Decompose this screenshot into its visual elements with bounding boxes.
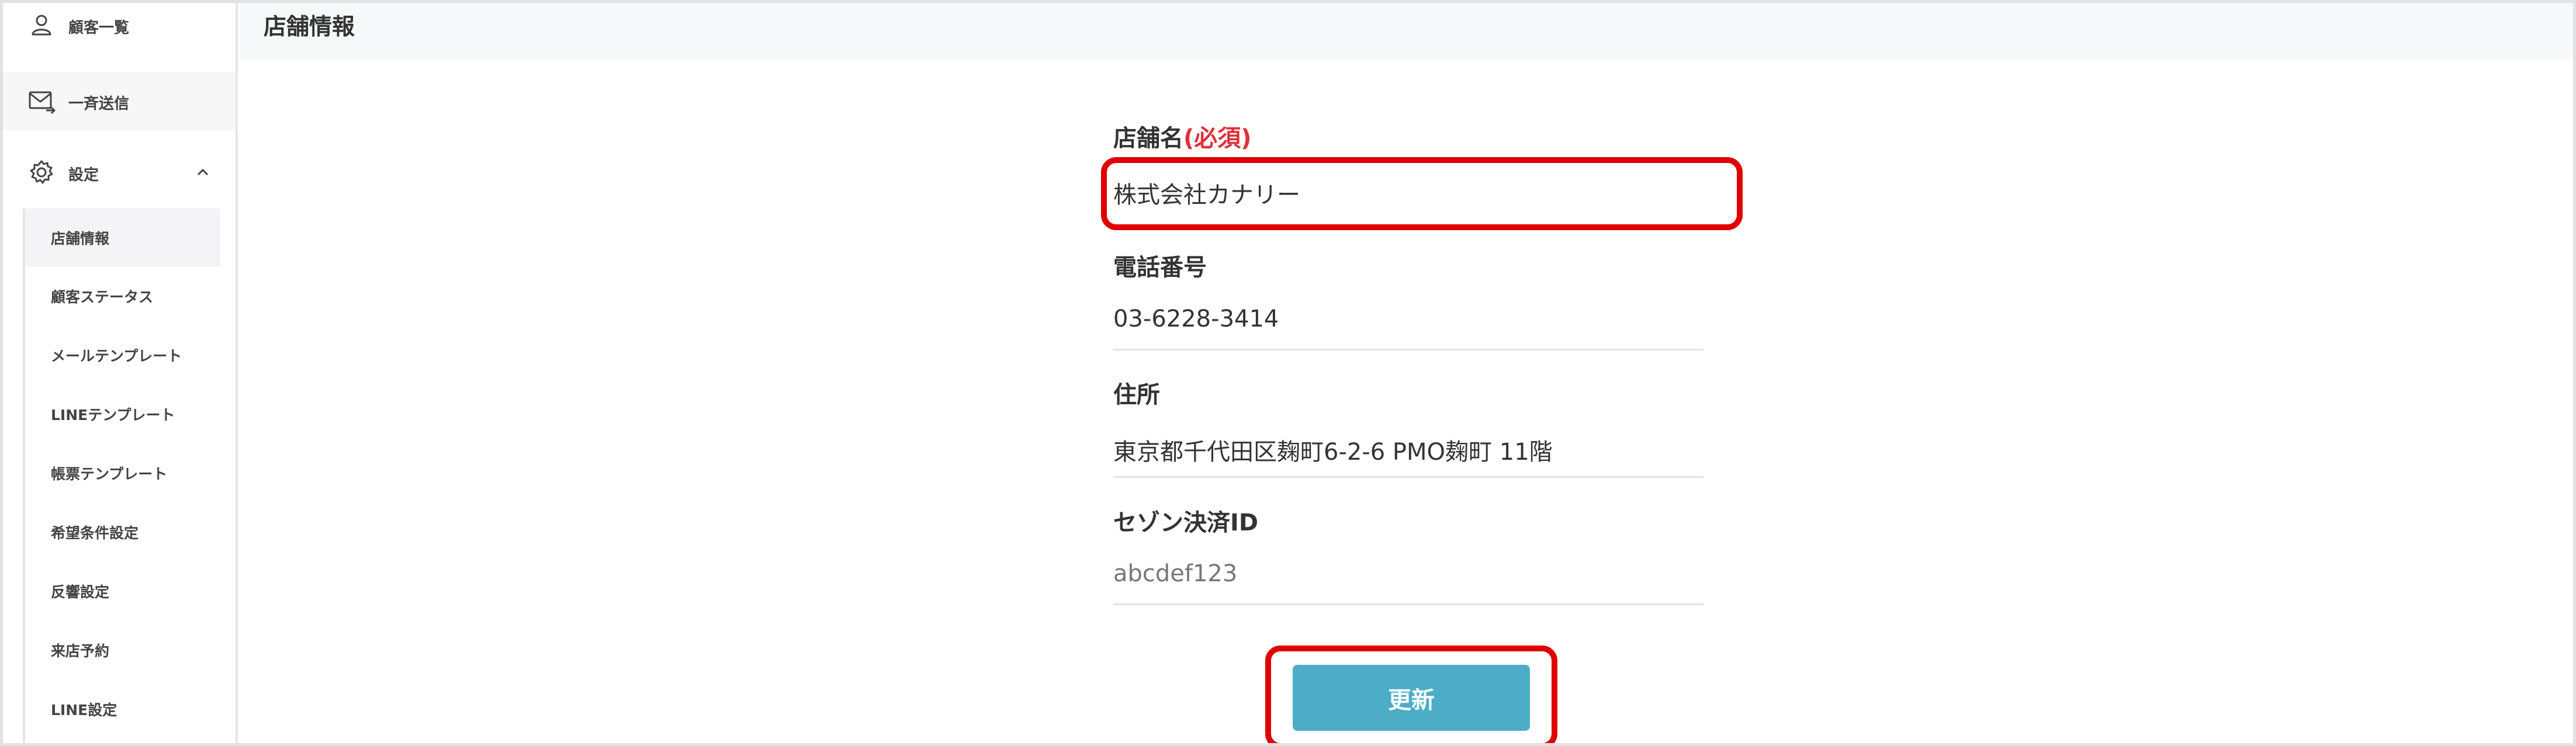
submenu-item-label: LINE設定 (51, 702, 117, 719)
sidebar-item-broadcast[interactable]: 一斉送信 (3, 72, 236, 130)
submenu-item-label: 希望条件設定 (51, 525, 139, 542)
address-label: 住所 (1113, 381, 1160, 408)
submenu-item-response-settings[interactable]: 反響設定 (25, 562, 220, 620)
sidebar-item-label: 一斉送信 (68, 95, 130, 113)
store-name-label-text: 店舗名 (1113, 125, 1183, 152)
submenu-item-label: 反響設定 (51, 584, 110, 601)
saison-id-label: セゾン決済ID (1113, 509, 1259, 536)
required-mark: (必須) (1183, 125, 1252, 152)
address-field[interactable]: 東京都千代田区麹町6-2-6 PMO麹町 11階 (1113, 433, 1704, 467)
submenu-item-label: LINEテンプレート (51, 407, 175, 424)
sidebar-item-customers[interactable]: 顧客一覧 (3, 3, 236, 52)
submenu-item-label: 店舗情報 (51, 230, 110, 247)
saison-id-field-underline (1113, 603, 1704, 605)
submenu-item-visit-reservation[interactable]: 来店予約 (25, 621, 220, 679)
mail-icon (29, 91, 56, 114)
phone-field[interactable]: 03-6228-3414 (1113, 306, 1704, 332)
store-name-highlight (1101, 157, 1743, 230)
sidebar-item-settings[interactable]: 設定 (3, 143, 236, 202)
submenu-item-preference-settings[interactable]: 希望条件設定 (25, 503, 220, 561)
sidebar-item-label: 顧客一覧 (68, 19, 130, 37)
page-header: 店舗情報 (240, 3, 2573, 59)
submenu-item-label: 帳票テンプレート (51, 466, 168, 483)
submenu-item-customer-status[interactable]: 顧客ステータス (25, 267, 220, 325)
submenu-item-label: メールテンプレート (51, 348, 182, 365)
phone-label: 電話番号 (1113, 254, 1207, 281)
phone-field-underline (1113, 349, 1704, 351)
sidebar-item-label: 設定 (68, 166, 99, 184)
app-window: 顧客一覧 一斉送信 設定 店舗情報 顧客ステータス メールテンプレート LINE… (0, 0, 2576, 746)
user-icon (32, 15, 51, 36)
gear-icon (30, 160, 53, 184)
saison-id-field[interactable]: abcdef123 (1113, 560, 1704, 587)
submenu-item-line-template[interactable]: LINEテンプレート (25, 385, 220, 443)
main-content: 店舗情報 店舗名(必須) 株式会社カナリー 電話番号 03-6228-3414 … (240, 3, 2573, 743)
sidebar: 顧客一覧 一斉送信 設定 店舗情報 顧客ステータス メールテンプレート LINE… (3, 3, 238, 743)
submenu-item-mail-template[interactable]: メールテンプレート (25, 326, 220, 384)
chevron-up-icon[interactable] (191, 161, 214, 184)
address-field-underline (1113, 476, 1704, 478)
settings-submenu: 店舗情報 顧客ステータス メールテンプレート LINEテンプレート 帳票テンプレ… (23, 209, 236, 743)
submenu-item-store-info[interactable]: 店舗情報 (25, 209, 220, 267)
submenu-item-label: 来店予約 (51, 643, 110, 660)
update-button-highlight (1265, 646, 1557, 743)
page-title: 店舗情報 (264, 14, 355, 40)
store-name-label: 店舗名(必須) (1113, 119, 1252, 153)
submenu-item-line-settings[interactable]: LINE設定 (25, 680, 220, 738)
submenu-item-form-template[interactable]: 帳票テンプレート (25, 444, 220, 502)
submenu-item-label: 顧客ステータス (51, 289, 154, 306)
